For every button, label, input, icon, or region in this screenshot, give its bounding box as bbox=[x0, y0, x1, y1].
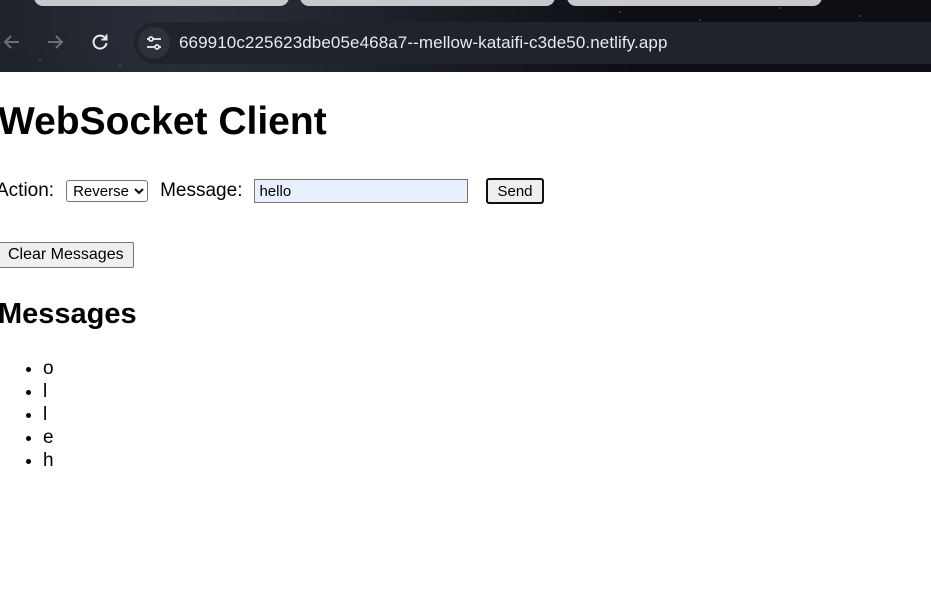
browser-toolbar: 669910c225623dbe05e468a7--mellow-kataifi… bbox=[0, 0, 931, 72]
list-item: h bbox=[43, 449, 54, 472]
list-item: e bbox=[43, 426, 54, 449]
url-text[interactable]: 669910c225623dbe05e468a7--mellow-kataifi… bbox=[179, 33, 668, 53]
messages-heading: Messages bbox=[0, 298, 137, 330]
send-form: Action: Reverse Message: Send bbox=[0, 177, 544, 205]
message-label: Message: bbox=[160, 180, 243, 201]
clear-messages-button[interactable]: Clear Messages bbox=[0, 242, 134, 268]
back-arrow-icon[interactable] bbox=[0, 30, 24, 54]
action-select[interactable]: Reverse bbox=[66, 180, 149, 202]
forward-arrow-icon[interactable] bbox=[43, 30, 67, 54]
list-item: l bbox=[43, 403, 54, 426]
list-item: l bbox=[43, 380, 54, 403]
browser-tab[interactable] bbox=[300, 0, 555, 6]
messages-list: o l l e h bbox=[0, 357, 54, 472]
tune-icon[interactable] bbox=[138, 27, 170, 59]
send-button[interactable]: Send bbox=[486, 178, 544, 204]
action-label: Action: bbox=[0, 180, 55, 201]
reload-icon[interactable] bbox=[88, 30, 112, 54]
page-title: WebSocket Client bbox=[0, 100, 327, 143]
browser-tab[interactable] bbox=[567, 0, 822, 6]
list-item: o bbox=[43, 357, 54, 380]
message-input[interactable] bbox=[254, 179, 469, 203]
address-bar[interactable]: 669910c225623dbe05e468a7--mellow-kataifi… bbox=[134, 22, 931, 64]
browser-tab[interactable] bbox=[34, 0, 289, 6]
